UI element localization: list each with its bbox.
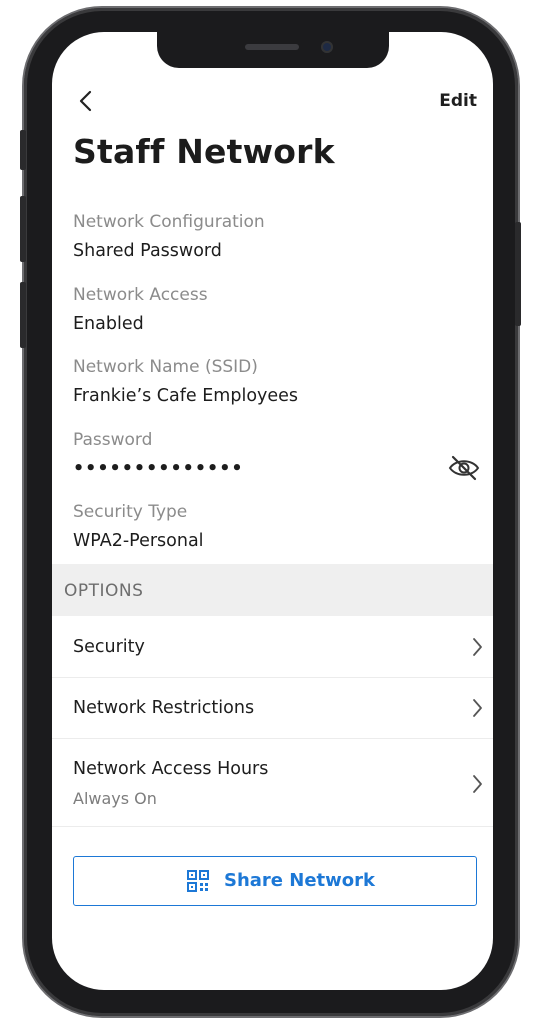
- option-label: Network Restrictions: [73, 698, 255, 718]
- option-label: Security: [73, 637, 145, 657]
- network-configuration-field: Network Configuration Shared Password: [73, 212, 473, 261]
- edit-button[interactable]: Edit: [439, 91, 477, 111]
- password-field: Password ••••••••••••••: [73, 430, 473, 479]
- field-value: Frankie’s Cafe Employees: [73, 386, 299, 406]
- field-value: Enabled: [73, 314, 144, 334]
- front-camera: [321, 41, 333, 53]
- field-value: WPA2-Personal: [73, 531, 204, 551]
- share-network-label: Share Network: [224, 870, 375, 891]
- network-access-field: Network Access Enabled: [73, 285, 473, 334]
- phone-side-button: [20, 130, 26, 170]
- chevron-right-icon: [473, 775, 482, 793]
- app-screen: Edit Staff Network Network Configuration…: [52, 32, 493, 990]
- security-type-field: Security Type WPA2-Personal: [73, 502, 473, 551]
- qr-code-icon: [187, 870, 209, 892]
- network-name-field: Network Name (SSID) Frankie’s Cafe Emplo…: [73, 357, 473, 406]
- chevron-right-icon: [473, 638, 482, 656]
- page-title: Staff Network: [73, 132, 335, 171]
- options-heading: OPTIONS: [64, 581, 144, 601]
- field-label: Network Configuration: [73, 212, 265, 232]
- eye-off-icon[interactable]: [448, 454, 480, 482]
- password-value: ••••••••••••••: [73, 459, 244, 479]
- option-row-network-restrictions[interactable]: Network Restrictions: [52, 678, 493, 739]
- option-row-network-access-hours[interactable]: Network Access Hours Always On: [52, 739, 493, 827]
- phone-power-button: [515, 222, 521, 326]
- field-value: Shared Password: [73, 241, 222, 261]
- phone-notch: [157, 32, 389, 68]
- field-label: Password: [73, 430, 153, 450]
- speaker-grille: [245, 44, 299, 50]
- option-sublabel: Always On: [73, 789, 157, 808]
- chevron-right-icon: [473, 699, 482, 717]
- share-network-button[interactable]: Share Network: [73, 856, 477, 906]
- phone-volume-up-button: [20, 196, 26, 262]
- option-row-security[interactable]: Security: [52, 616, 493, 678]
- field-label: Network Name (SSID): [73, 357, 258, 377]
- field-label: Security Type: [73, 502, 188, 522]
- field-label: Network Access: [73, 285, 208, 305]
- option-label: Network Access Hours: [73, 759, 269, 779]
- options-section-header: OPTIONS: [52, 564, 493, 616]
- chevron-left-icon[interactable]: [76, 88, 98, 114]
- phone-volume-down-button: [20, 282, 26, 348]
